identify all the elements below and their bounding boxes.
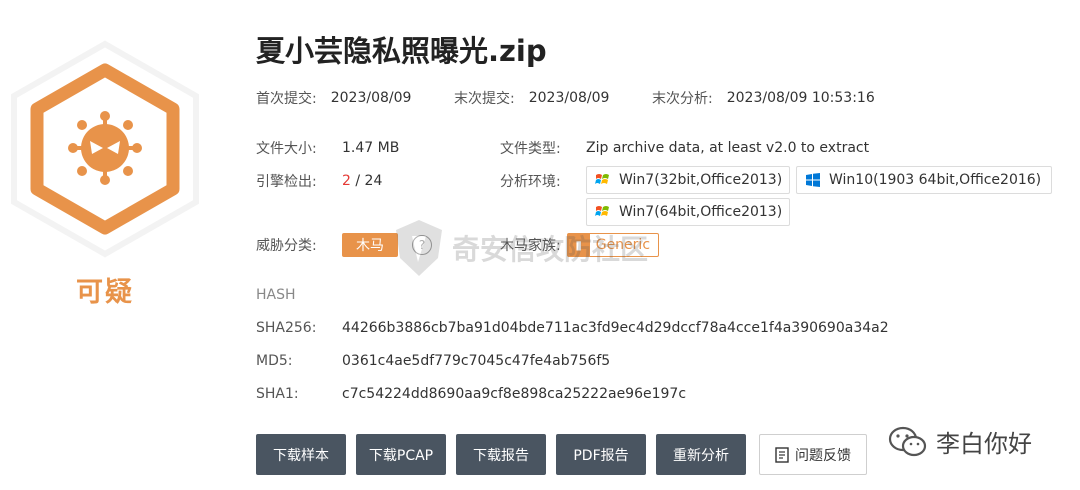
last-submit: 末次提交: 2023/08/09 bbox=[454, 88, 609, 108]
env-chip-label: Win7(64bit,Office2013) bbox=[619, 204, 783, 220]
threat-tag[interactable]: 木马 bbox=[342, 233, 398, 257]
download-sample-button[interactable]: 下载样本 bbox=[256, 434, 346, 475]
family-label: 木马家族: bbox=[500, 238, 561, 254]
file-size: 文件大小: 1.47 MB bbox=[256, 138, 399, 158]
env-chip-win10[interactable]: Win10(1903 64bit,Office2016) bbox=[796, 166, 1052, 194]
file-type-label: 文件类型: bbox=[500, 141, 561, 157]
last-analysis-label: 末次分析: bbox=[652, 91, 713, 107]
help-icon[interactable]: ? bbox=[412, 235, 432, 255]
document-icon bbox=[775, 446, 789, 463]
windows10-icon bbox=[806, 173, 820, 187]
analysis-env-label: 分析环境: bbox=[500, 174, 561, 190]
last-analysis-value: 2023/08/09 10:53:16 bbox=[726, 90, 875, 106]
md5-label: MD5: bbox=[256, 353, 293, 369]
wechat-icon bbox=[888, 426, 927, 456]
last-analysis: 末次分析: 2023/08/09 10:53:16 bbox=[652, 88, 875, 108]
analysis-env: 分析环境: bbox=[500, 171, 561, 191]
last-submit-value: 2023/08/09 bbox=[528, 90, 610, 106]
engine-separator: / bbox=[350, 173, 365, 189]
feedback-label: 问题反馈 bbox=[795, 447, 851, 464]
file-type-value: Zip archive data, at least v2.0 to extra… bbox=[586, 140, 870, 156]
download-pcap-button[interactable]: 下载PCAP bbox=[356, 434, 446, 475]
reanalyze-button[interactable]: 重新分析 bbox=[656, 434, 746, 475]
verdict-badge: 可疑 bbox=[0, 0, 210, 490]
env-chip-label: Win10(1903 64bit,Office2016) bbox=[829, 172, 1042, 188]
engine-total-count: 24 bbox=[364, 173, 383, 189]
windows7-icon bbox=[595, 174, 609, 184]
download-report-button[interactable]: 下载报告 bbox=[456, 434, 546, 475]
sha1-label: SHA1: bbox=[256, 386, 299, 402]
env-chip-win7-32[interactable]: Win7(32bit,Office2013) bbox=[586, 166, 790, 194]
file-report: 夏小芸隐私照曝光.zip 首次提交: 2023/08/09 末次提交: 2023… bbox=[256, 0, 1076, 490]
hash-heading: HASH bbox=[256, 287, 296, 303]
virus-icon bbox=[11, 40, 199, 258]
file-type: 文件类型: Zip archive data, at least v2.0 to… bbox=[500, 138, 869, 158]
engine-detection: 引擎检出: 2 / 24 bbox=[256, 171, 382, 191]
md5-row: MD5: 0361c4ae5df779c7045c47fe4ab756f5 bbox=[256, 353, 610, 369]
last-submit-label: 末次提交: bbox=[454, 91, 515, 107]
family-icon: ▮ bbox=[567, 234, 590, 256]
first-submit-label: 首次提交: bbox=[256, 91, 317, 107]
windows7-icon bbox=[595, 206, 609, 216]
first-submit-value: 2023/08/09 bbox=[330, 90, 412, 106]
env-chip-label: Win7(32bit,Office2013) bbox=[619, 172, 783, 188]
sha256-label: SHA256: bbox=[256, 320, 317, 336]
file-name: 夏小芸隐私照曝光.zip bbox=[256, 34, 547, 68]
sha1-value: c7c54224dd8690aa9cf8e898ca25222ae96e197c bbox=[342, 386, 687, 402]
first-submit: 首次提交: 2023/08/09 bbox=[256, 88, 411, 108]
md5-value: 0361c4ae5df779c7045c47fe4ab756f5 bbox=[342, 353, 611, 369]
sha256-value: 44266b3886cb7ba91d04bde711ac3fd9ec4d29dc… bbox=[342, 320, 889, 336]
trojan-family: 木马家族: ▮ Generic bbox=[500, 233, 660, 257]
file-size-label: 文件大小: bbox=[256, 141, 317, 157]
family-tag[interactable]: ▮ Generic bbox=[566, 233, 660, 257]
engine-detection-label: 引擎检出: bbox=[256, 174, 317, 190]
watermark-bottom-text: 李白你好 bbox=[936, 430, 1032, 458]
pdf-report-button[interactable]: PDF报告 bbox=[556, 434, 646, 475]
verdict-label: 可疑 bbox=[76, 277, 134, 308]
threat-classification: 威胁分类: 木马 ? bbox=[256, 233, 432, 257]
engine-detected-count: 2 bbox=[342, 173, 351, 189]
env-chip-win7-64[interactable]: Win7(64bit,Office2013) bbox=[586, 198, 790, 226]
sha1-row: SHA1: c7c54224dd8690aa9cf8e898ca25222ae9… bbox=[256, 386, 686, 402]
threat-label: 威胁分类: bbox=[256, 238, 317, 254]
file-size-value: 1.47 MB bbox=[342, 140, 400, 156]
feedback-button[interactable]: 问题反馈 bbox=[759, 434, 867, 475]
watermark-bottom: 李白你好 bbox=[888, 424, 1032, 459]
family-value: Generic bbox=[595, 237, 651, 253]
sha256-row: SHA256: 44266b3886cb7ba91d04bde711ac3fd9… bbox=[256, 320, 889, 336]
